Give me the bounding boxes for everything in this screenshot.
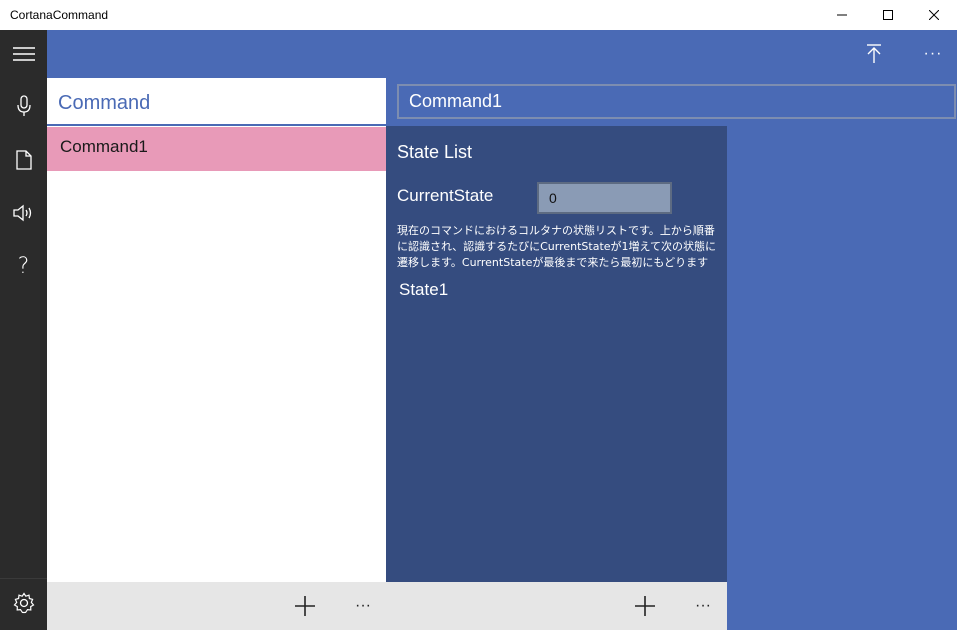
nav-speaker-button[interactable] xyxy=(0,189,47,237)
current-state-input[interactable] xyxy=(539,184,670,212)
nav-microphone-button[interactable] xyxy=(0,82,47,130)
close-icon xyxy=(929,10,939,20)
bottom-command-bar: ··· ··· xyxy=(47,582,727,630)
command-name-field[interactable] xyxy=(397,84,956,119)
add-icon xyxy=(295,596,315,616)
header-more-button[interactable]: ··· xyxy=(909,30,957,78)
current-state-label: CurrentState xyxy=(397,186,494,205)
minimize-button[interactable] xyxy=(819,0,865,30)
command-more-button[interactable]: ··· xyxy=(343,582,383,630)
nav-help-button[interactable]: ? xyxy=(0,242,47,290)
nav-document-button[interactable] xyxy=(0,136,47,184)
navigation-rail: ? xyxy=(0,30,47,630)
state-more-button[interactable]: ··· xyxy=(683,582,723,630)
settings-button[interactable] xyxy=(0,578,47,626)
add-command-button[interactable] xyxy=(285,582,325,630)
command-list-pane: Command Command1 xyxy=(47,78,386,582)
add-icon xyxy=(635,596,655,616)
current-state-field[interactable] xyxy=(537,182,672,214)
state-list-pane: State List CurrentState 現在のコマンドにおけるコルタナの… xyxy=(386,126,727,582)
help-icon: ? xyxy=(17,253,30,279)
maximize-icon xyxy=(883,10,893,20)
minimize-icon xyxy=(837,14,847,16)
gear-icon xyxy=(13,591,34,613)
window-title: CortanaCommand xyxy=(10,8,109,22)
hamburger-icon xyxy=(12,47,35,61)
hamburger-button[interactable] xyxy=(0,30,47,78)
list-item-label: Command1 xyxy=(60,137,148,156)
add-state-button[interactable] xyxy=(625,582,665,630)
upload-button[interactable] xyxy=(850,30,898,78)
close-button[interactable] xyxy=(911,0,957,30)
state-item-state1[interactable]: State1 xyxy=(399,280,448,300)
microphone-icon xyxy=(16,95,31,116)
command-name-input[interactable] xyxy=(399,86,954,117)
app-header: ··· xyxy=(47,30,957,78)
upload-icon xyxy=(867,44,881,63)
title-bar: CortanaCommand xyxy=(0,0,957,30)
state-list-title: State List xyxy=(397,142,473,162)
command-list-header: Command xyxy=(47,78,386,126)
maximize-button[interactable] xyxy=(865,0,911,30)
state-list-description: 現在のコマンドにおけるコルタナの状態リストです。上から順番に認識され、認識するた… xyxy=(397,224,716,269)
speaker-icon xyxy=(12,204,31,222)
command-list-title: Command xyxy=(58,92,151,114)
document-icon xyxy=(15,150,32,170)
list-item-command1[interactable]: Command1 xyxy=(47,127,386,171)
